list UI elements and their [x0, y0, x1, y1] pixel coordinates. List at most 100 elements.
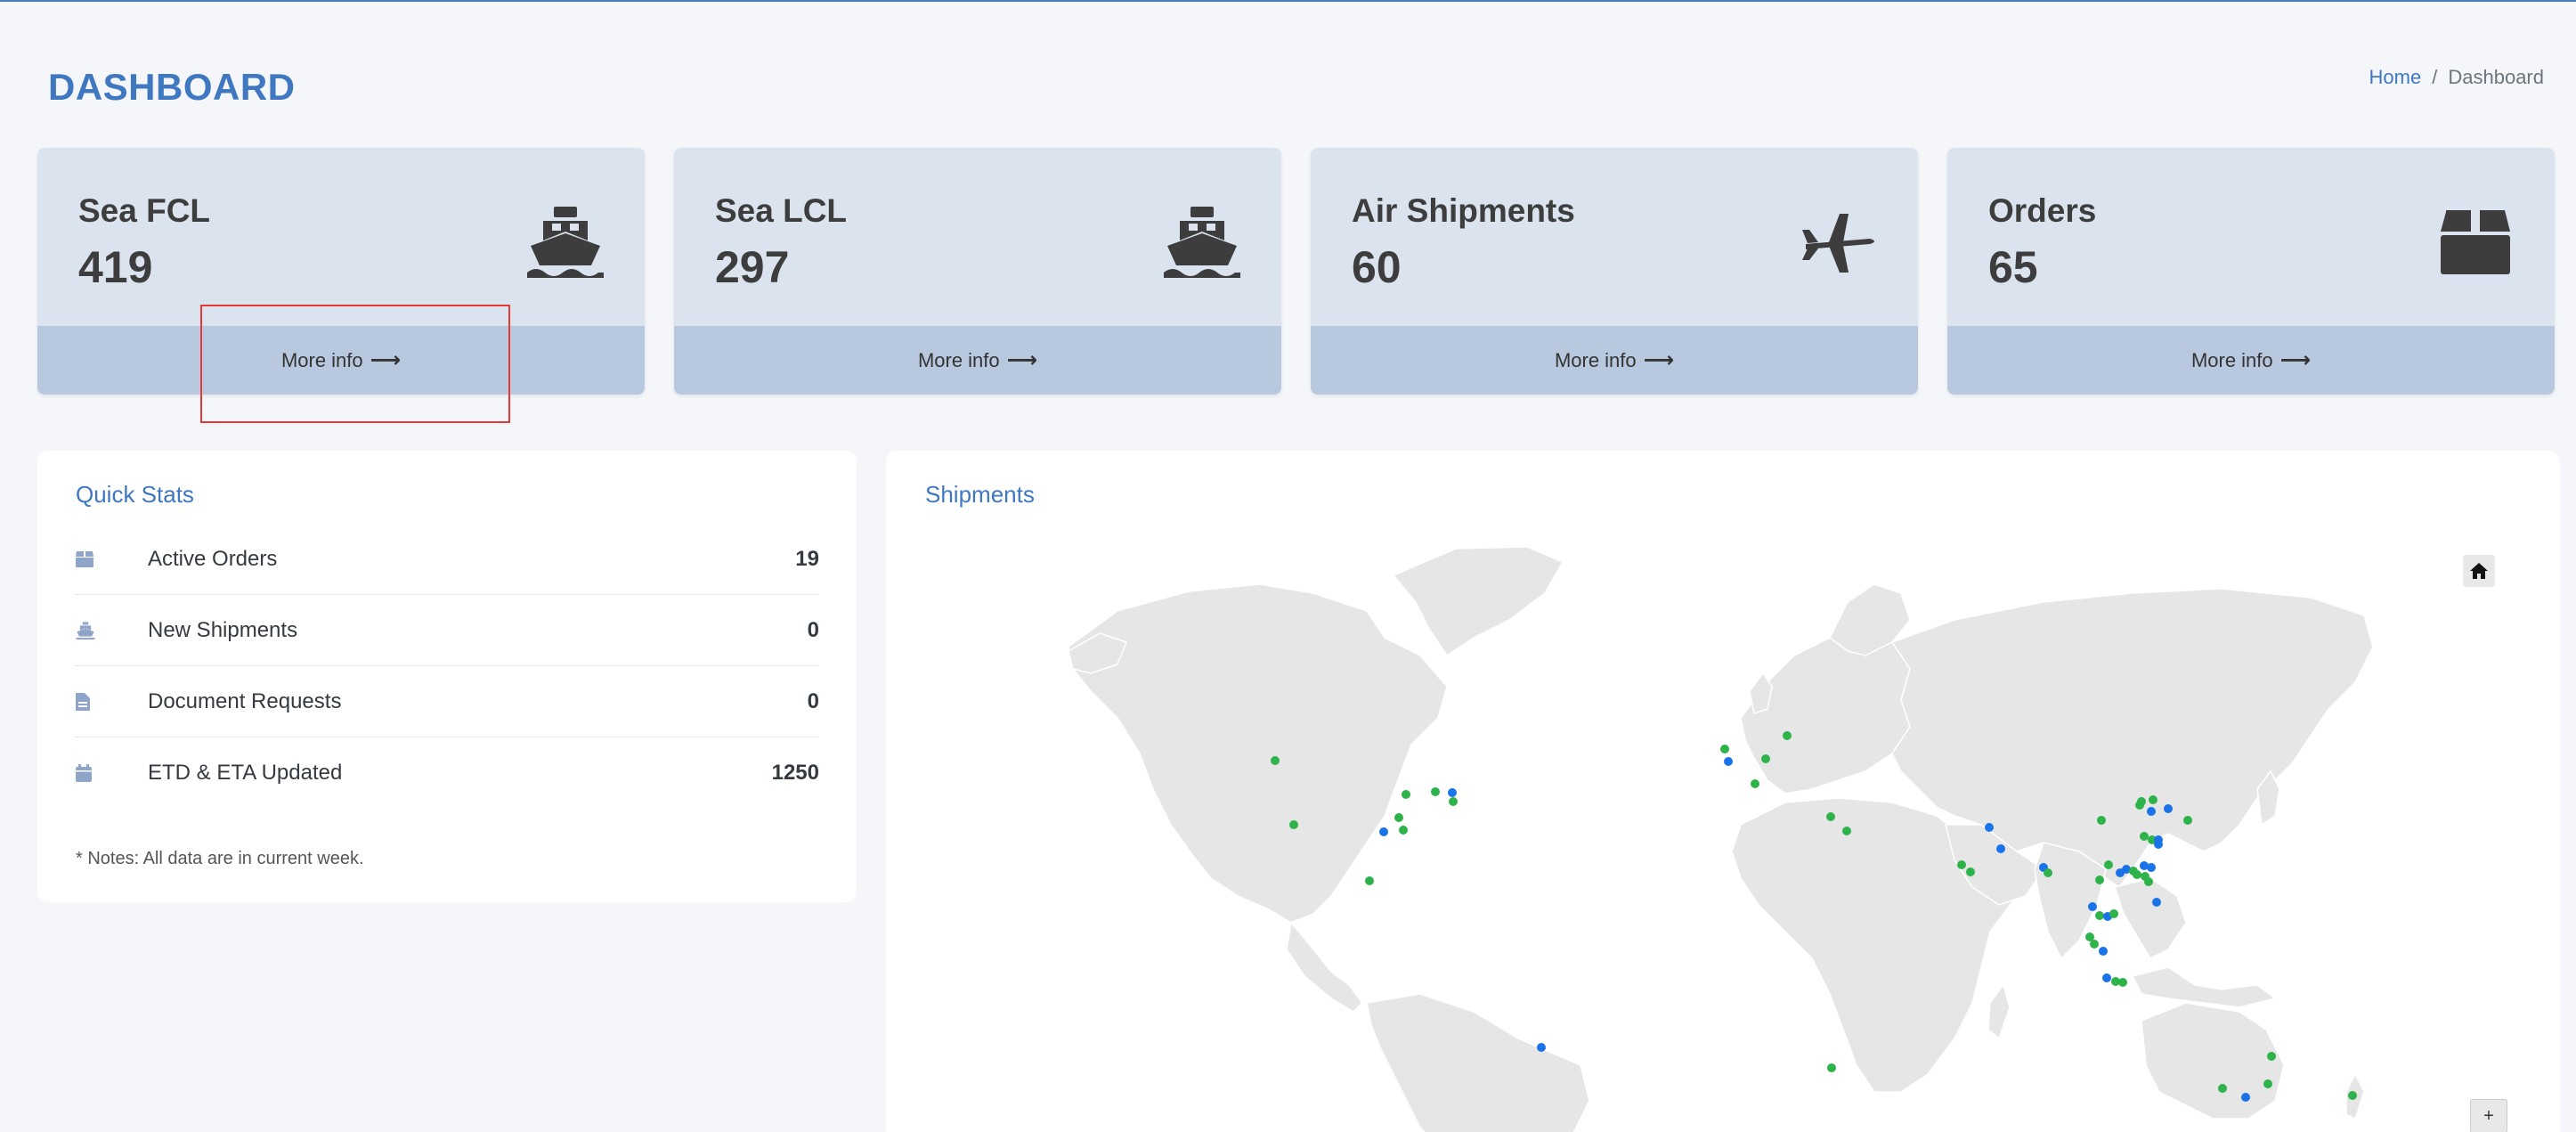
shipment-marker[interactable] [2099, 947, 2108, 956]
shipment-marker[interactable] [2152, 898, 2161, 907]
shipment-marker[interactable] [2164, 804, 2173, 813]
map-zoom-in-button[interactable]: + [2470, 1099, 2507, 1132]
map-home-button[interactable] [2463, 555, 2495, 587]
map-land-indonesia [2131, 966, 2277, 1008]
arrow-right-icon: ⟶ [370, 348, 402, 372]
quick-stats-note: * Notes: All data are in current week. [76, 849, 364, 868]
card-value: 60 [1352, 242, 1402, 292]
arrow-right-icon: ⟶ [1643, 348, 1675, 372]
shipment-marker[interactable] [2104, 860, 2113, 869]
shipment-marker[interactable] [2348, 1091, 2357, 1100]
shipment-marker[interactable] [2116, 868, 2125, 877]
shipment-marker[interactable] [1448, 788, 1457, 797]
quick-stat-row: Active Orders 19 [75, 524, 819, 595]
shipment-marker[interactable] [2147, 807, 2156, 816]
shipment-marker[interactable] [1751, 779, 1759, 788]
shipment-marker[interactable] [1761, 754, 1770, 763]
quick-stat-value: 0 [807, 617, 819, 642]
shipment-marker[interactable] [2044, 868, 2052, 877]
shipment-marker[interactable] [2183, 816, 2192, 825]
shipment-marker[interactable] [1271, 756, 1280, 765]
arrow-right-icon: ⟶ [2279, 348, 2312, 372]
card-sea-fcl: Sea FCL 419 More info ⟶ [37, 148, 645, 395]
card-sea-lcl: Sea LCL 297 More info ⟶ [674, 148, 1281, 395]
shipment-marker[interactable] [2267, 1052, 2276, 1061]
shipment-marker[interactable] [1724, 757, 1733, 766]
document-icon [75, 688, 110, 715]
quick-stat-label: Active Orders [148, 546, 278, 571]
shipment-marker[interactable] [1720, 745, 1729, 753]
box-icon [2435, 201, 2515, 281]
shipment-marker[interactable] [1431, 787, 1440, 796]
shipment-marker[interactable] [1399, 826, 1408, 835]
more-info-link[interactable]: More info ⟶ [674, 326, 1281, 395]
shipment-marker[interactable] [2088, 902, 2097, 911]
ship-icon [1162, 201, 1242, 281]
shipment-marker[interactable] [1842, 827, 1851, 835]
shipment-marker[interactable] [1289, 820, 1298, 829]
more-info-link[interactable]: More info ⟶ [1947, 326, 2555, 395]
card-value: 297 [715, 242, 790, 292]
shipment-marker[interactable] [1957, 860, 1966, 869]
quick-stat-row: New Shipments 0 [75, 595, 819, 666]
shipment-marker[interactable] [2109, 909, 2118, 918]
shipment-marker[interactable] [2144, 877, 2153, 886]
shipment-marker[interactable] [1449, 797, 1458, 806]
shipment-marker[interactable] [1985, 823, 1994, 832]
shipment-marker[interactable] [2090, 940, 2099, 949]
shipment-marker[interactable] [1966, 867, 1975, 876]
shipment-marker[interactable] [2263, 1079, 2272, 1088]
shipment-marker[interactable] [2149, 795, 2158, 804]
world-map[interactable] [886, 451, 2560, 1132]
map-land-greenland [1392, 546, 1564, 657]
shipment-marker[interactable] [2118, 978, 2127, 987]
shipment-marker[interactable] [1537, 1043, 1546, 1052]
shipment-marker[interactable] [2154, 840, 2163, 849]
shipment-marker[interactable] [1394, 813, 1403, 822]
map-land-central-america [1286, 921, 1363, 1013]
card-air-shipments: Air Shipments 60 More info ⟶ [1311, 148, 1918, 395]
shipment-marker[interactable] [1365, 876, 1374, 885]
breadcrumb-home-link[interactable]: Home [2369, 66, 2422, 89]
quick-stat-value: 0 [807, 688, 819, 713]
plane-icon [1799, 201, 1879, 281]
map-land-se-asia [2114, 877, 2187, 959]
shipment-marker[interactable] [2095, 911, 2104, 920]
more-info-label: More info [280, 348, 363, 371]
shipment-marker[interactable] [2147, 863, 2156, 872]
more-info-label: More info [917, 348, 1000, 371]
quick-stat-value: 1250 [771, 761, 819, 785]
calendar-icon [75, 760, 110, 786]
card-orders: Orders 65 More info ⟶ [1947, 148, 2555, 395]
shipments-panel: Shipments + [886, 451, 2560, 1132]
shipment-marker[interactable] [2133, 870, 2141, 879]
shipment-marker[interactable] [1826, 812, 1835, 821]
shipment-marker[interactable] [1379, 827, 1388, 836]
shipment-marker[interactable] [2135, 801, 2144, 810]
shipment-marker[interactable] [1402, 790, 1410, 799]
more-info-link[interactable]: More info ⟶ [37, 326, 645, 395]
shipment-marker[interactable] [2140, 832, 2149, 841]
shipment-marker[interactable] [1783, 731, 1792, 740]
breadcrumb-current: Dashboard [2448, 66, 2544, 88]
shipment-marker[interactable] [2241, 1093, 2250, 1102]
breadcrumb-separator: / [2432, 66, 2438, 88]
card-label: Air Shipments [1352, 192, 1575, 229]
shipment-marker[interactable] [2102, 973, 2111, 982]
more-info-link[interactable]: More info ⟶ [1311, 326, 1918, 395]
more-info-label: More info [2190, 348, 2273, 371]
shipment-marker[interactable] [2095, 875, 2104, 884]
shipment-marker[interactable] [2218, 1084, 2227, 1093]
map-land-north-america [1068, 583, 1448, 924]
shipment-marker[interactable] [1827, 1063, 1836, 1072]
card-label: Sea FCL [78, 192, 211, 229]
quick-stat-row: ETD & ETA Updated 1250 [75, 737, 819, 809]
card-value: 419 [78, 242, 153, 292]
map-land-south-america [1366, 993, 1590, 1132]
quick-stat-value: 19 [795, 546, 819, 571]
quick-stats-panel: Quick Stats Active Orders 19 New Shipmen… [37, 451, 857, 902]
shipment-marker[interactable] [1996, 844, 2005, 853]
shipment-marker[interactable] [2097, 816, 2106, 825]
page-title: DASHBOARD [48, 66, 296, 108]
box-icon [75, 546, 110, 573]
